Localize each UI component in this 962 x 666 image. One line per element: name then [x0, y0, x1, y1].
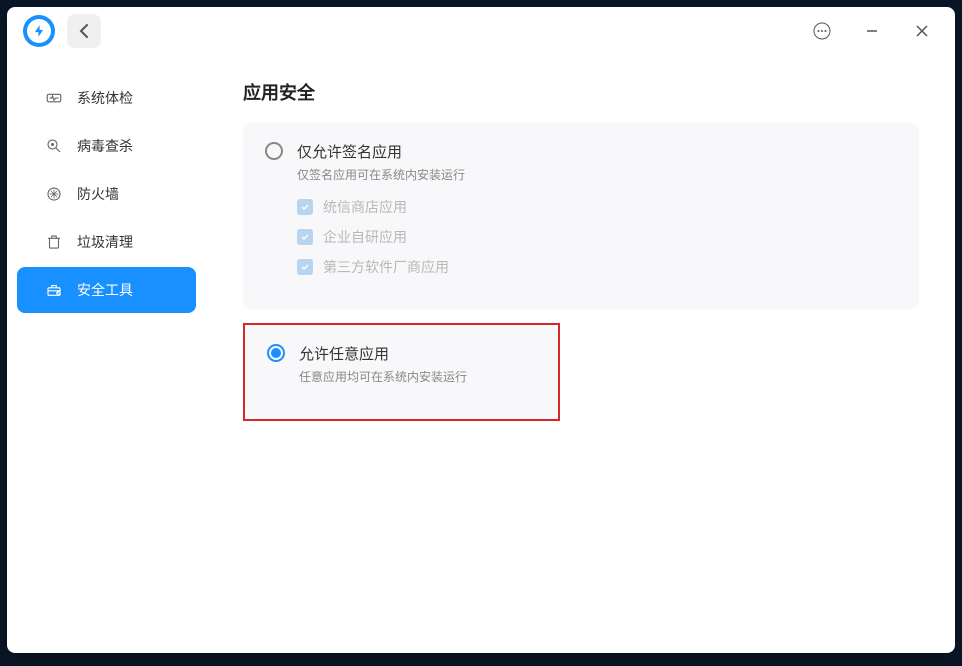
sidebar-item-label: 安全工具 — [77, 280, 133, 300]
option-signed-desc: 仅签名应用可在系统内安装运行 — [297, 166, 897, 183]
option-signed-apps: 仅允许签名应用 仅签名应用可在系统内安装运行 统信商店应用 — [243, 123, 919, 309]
close-button[interactable] — [897, 7, 947, 55]
sidebar: 系统体检 病毒查杀 防火墙 垃圾清理 — [7, 55, 207, 653]
checkbox-thirdparty[interactable] — [297, 259, 313, 275]
back-button[interactable] — [67, 14, 101, 48]
sub-item-label: 企业自研应用 — [323, 227, 407, 247]
sub-item-enterprise: 企业自研应用 — [297, 227, 897, 247]
sidebar-item-label: 垃圾清理 — [77, 232, 133, 252]
titlebar — [7, 7, 955, 55]
sub-item-label: 统信商店应用 — [323, 197, 407, 217]
check-icon — [300, 262, 310, 272]
app-logo-icon — [23, 15, 55, 47]
sidebar-item-virus-scan[interactable]: 病毒查杀 — [17, 123, 196, 169]
option-any-apps: 允许任意应用 任意应用均可在系统内安装运行 — [245, 325, 558, 419]
radio-any[interactable] — [267, 344, 285, 362]
search-virus-icon — [45, 137, 63, 155]
sidebar-item-label: 病毒查杀 — [77, 136, 133, 156]
ellipsis-circle-icon — [813, 22, 831, 40]
lightning-shield-icon — [32, 24, 46, 38]
minimize-icon — [866, 25, 878, 37]
heartbeat-icon — [45, 89, 63, 107]
highlighted-option-box: 允许任意应用 任意应用均可在系统内安装运行 — [243, 323, 560, 421]
sidebar-item-trash-clean[interactable]: 垃圾清理 — [17, 219, 196, 265]
page-title: 应用安全 — [243, 79, 919, 105]
option-signed-radio-row[interactable]: 仅允许签名应用 仅签名应用可在系统内安装运行 — [265, 141, 897, 183]
checkbox-store[interactable] — [297, 199, 313, 215]
sub-item-store: 统信商店应用 — [297, 197, 897, 217]
checkbox-enterprise[interactable] — [297, 229, 313, 245]
signed-sub-list: 统信商店应用 企业自研应用 第三方软件厂商应用 — [297, 197, 897, 277]
chevron-left-icon — [79, 24, 89, 38]
sidebar-item-label: 系统体检 — [77, 88, 133, 108]
radio-signed[interactable] — [265, 142, 283, 160]
close-icon — [916, 25, 928, 37]
option-signed-title: 仅允许签名应用 — [297, 141, 897, 162]
sidebar-item-security-tools[interactable]: 安全工具 — [17, 267, 196, 313]
sub-item-label: 第三方软件厂商应用 — [323, 257, 449, 277]
option-any-title: 允许任意应用 — [299, 343, 536, 364]
content-area: 应用安全 仅允许签名应用 仅签名应用可在系统内安装运行 统信商店应用 — [207, 55, 955, 653]
sub-item-thirdparty: 第三方软件厂商应用 — [297, 257, 897, 277]
sidebar-item-firewall[interactable]: 防火墙 — [17, 171, 196, 217]
sidebar-item-system-check[interactable]: 系统体检 — [17, 75, 196, 121]
toolbox-icon — [45, 281, 63, 299]
check-icon — [300, 202, 310, 212]
app-window: 系统体检 病毒查杀 防火墙 垃圾清理 — [7, 7, 955, 653]
option-any-radio-row[interactable]: 允许任意应用 任意应用均可在系统内安装运行 — [267, 343, 536, 385]
trash-icon — [45, 233, 63, 251]
check-icon — [300, 232, 310, 242]
option-any-desc: 任意应用均可在系统内安装运行 — [299, 368, 536, 385]
minimize-button[interactable] — [847, 7, 897, 55]
sidebar-item-label: 防火墙 — [77, 184, 119, 204]
body: 系统体检 病毒查杀 防火墙 垃圾清理 — [7, 55, 955, 653]
menu-button[interactable] — [797, 7, 847, 55]
firewall-icon — [45, 185, 63, 203]
